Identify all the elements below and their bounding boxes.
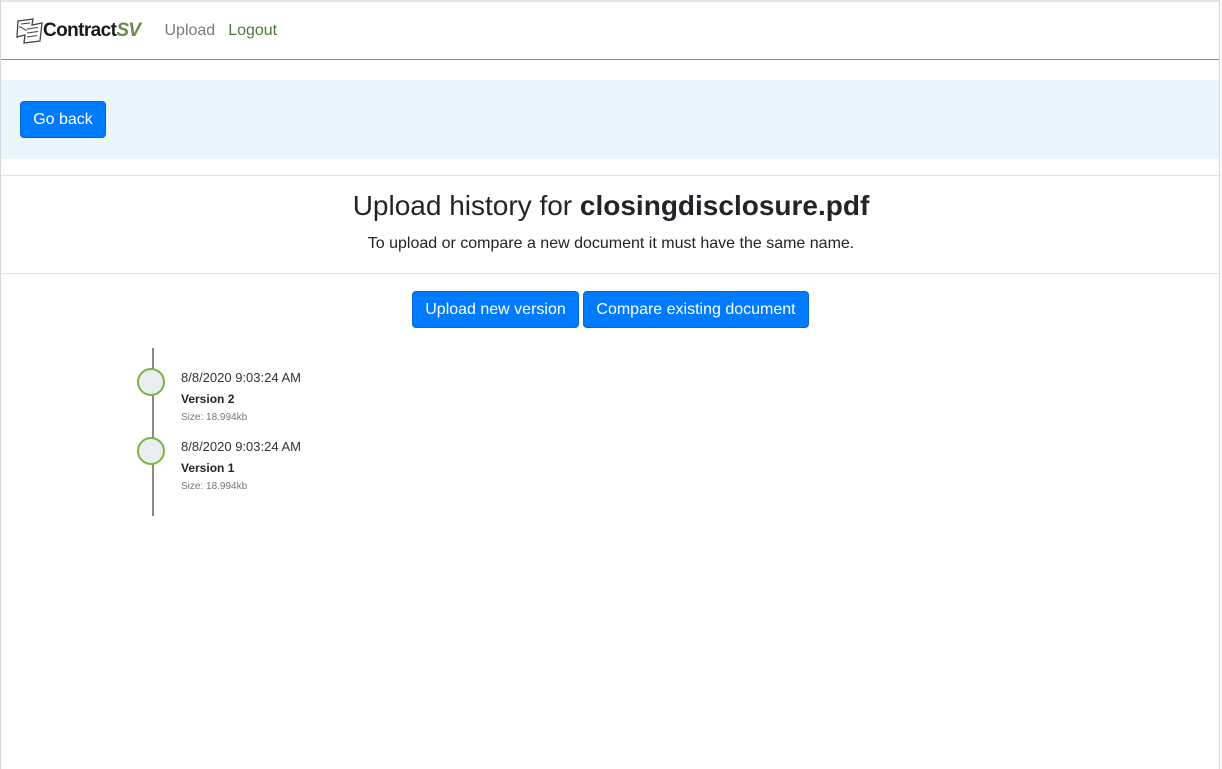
scroll-icon: [16, 17, 43, 44]
upload-new-version-button[interactable]: Upload new version: [412, 291, 579, 328]
navbar: ContractSV Upload Logout: [1, 2, 1219, 60]
file-name: closingdisclosure.pdf: [579, 190, 870, 221]
back-bar: Go back: [1, 80, 1219, 159]
go-back-button[interactable]: Go back: [20, 101, 106, 138]
brand-name-accent: SV: [116, 19, 141, 41]
file-size: Size: 18.994kb: [181, 412, 248, 423]
page-title-prefix: Upload history for: [352, 190, 580, 221]
file-size: Size: 18.994kb: [181, 481, 248, 492]
app-window: ContractSV Upload Logout Go back Upload …: [0, 0, 1220, 769]
timeline-node: [137, 368, 165, 396]
compare-existing-document-button[interactable]: Compare existing document: [583, 291, 809, 328]
timeline-node: [137, 437, 165, 465]
upload-date: 8/8/2020 9:03:24 AM: [181, 370, 301, 385]
version-label: Version 2: [181, 392, 235, 406]
brand-name-main: Contract: [43, 19, 117, 41]
divider: [1, 175, 1219, 176]
divider: [1, 273, 1219, 274]
page-title: Upload history for closingdisclosure.pdf: [1, 190, 1221, 222]
upload-date: 8/8/2020 9:03:24 AM: [181, 439, 301, 454]
page-subtitle: To upload or compare a new document it m…: [367, 235, 855, 252]
brand-logo[interactable]: ContractSV: [15, 16, 141, 46]
nav-link-upload[interactable]: Upload: [164, 22, 215, 40]
brand-name: ContractSV: [43, 19, 141, 42]
nav-link-logout[interactable]: Logout: [228, 22, 277, 40]
version-label: Version 1: [181, 461, 235, 475]
